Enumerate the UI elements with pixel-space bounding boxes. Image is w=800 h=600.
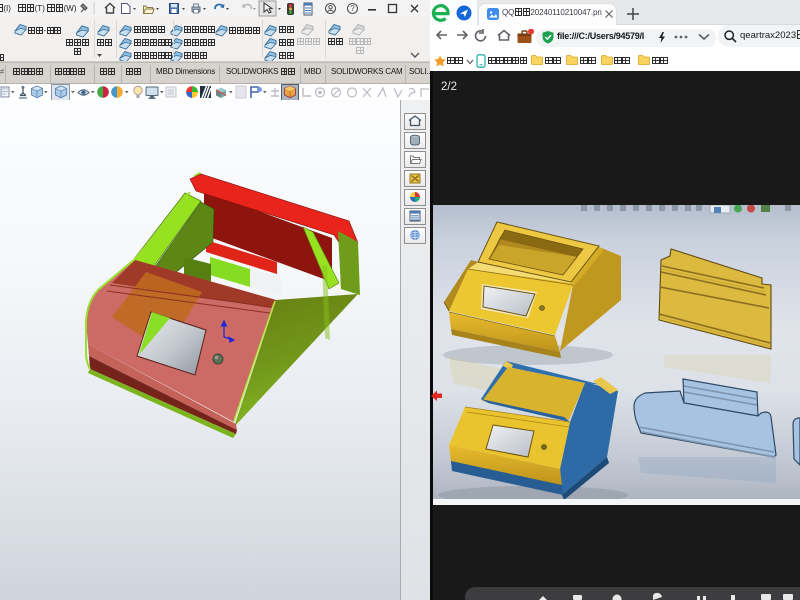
svg-text:?: ? — [350, 4, 355, 13]
